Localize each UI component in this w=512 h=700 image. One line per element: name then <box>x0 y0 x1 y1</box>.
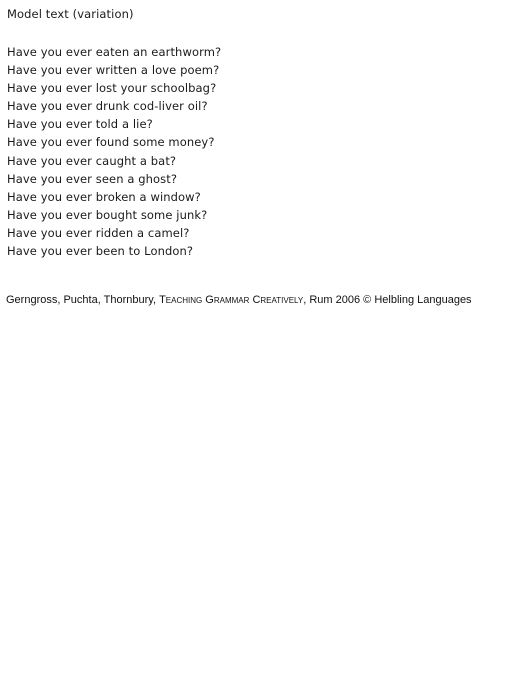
question-line: Have you ever broken a window? <box>7 189 201 204</box>
credit-publisher: , Rum 2006 © Helbling Languages <box>303 294 472 307</box>
document-page: Model text (variation) Have you ever eat… <box>6 7 505 307</box>
question-line: Have you ever bought some junk? <box>7 207 208 222</box>
question-line: Have you ever drunk cod-liver oil? <box>7 99 208 114</box>
question-line: Have you ever ridden a camel? <box>7 225 190 240</box>
question-line: Have you ever told a lie? <box>7 117 153 132</box>
question-line: Have you ever caught a bat? <box>7 153 177 168</box>
question-list: Have you ever eaten an earthworm? Have y… <box>7 43 505 260</box>
credit-book-title: Teaching Grammar Creatively <box>159 294 304 307</box>
question-line: Have you ever lost your schoolbag? <box>7 81 217 96</box>
question-line: Have you ever found some money? <box>7 135 215 150</box>
question-line: Have you ever eaten an earthworm? <box>7 45 222 59</box>
credit-authors: Gerngross, Puchta, Thornbury, <box>6 294 160 307</box>
question-line: Have you ever been to London? <box>7 244 194 259</box>
question-line: Have you ever seen a ghost? <box>7 171 178 186</box>
copyright-credit: Gerngross, Puchta, Thornbury, Teaching G… <box>6 293 505 307</box>
document-title: Model text (variation) <box>7 7 134 21</box>
question-line: Have you ever written a love poem? <box>7 63 220 78</box>
